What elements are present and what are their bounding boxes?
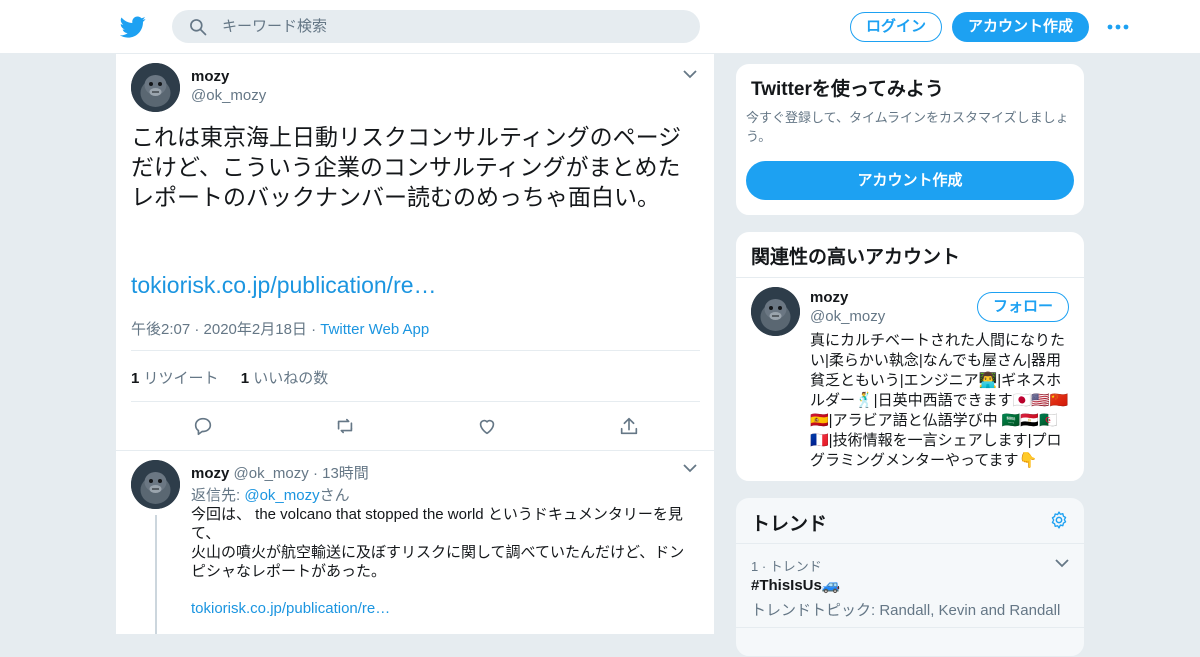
signup-button[interactable]: アカウント作成 (952, 12, 1089, 42)
more-icon[interactable] (1106, 20, 1130, 34)
divider (131, 401, 700, 402)
signup-card-title: Twitterを使ってみよう (751, 79, 944, 100)
reply-text: 今回は、 the volcano that stopped the world … (191, 506, 685, 580)
reply-author-handle[interactable]: @ok_mozy (234, 465, 309, 482)
tweet-stats: 1 リツイート 1 いいねの数 (131, 367, 328, 388)
tweet-column: mozy @ok_mozy これは東京海上日動リスクコンサルティングのページだけ… (115, 54, 715, 634)
trends-title: トレンド (751, 514, 828, 535)
divider (736, 543, 1084, 544)
related-accounts-card: 関連性の高いアカウント mozy @ok_mozy フォロー 真にカルチベートさ… (735, 231, 1085, 482)
chevron-down-icon[interactable] (682, 462, 698, 474)
trend-topic: トレンドトピック: Randall, Kevin and Randall (751, 602, 1061, 619)
related-account-bio: 真にカルチベートされた人間になりたい|柔らかい執念|なんでも屋さん|器用貧乏とも… (810, 332, 1069, 469)
share-icon[interactable] (618, 415, 640, 437)
gorilla-avatar-icon (751, 287, 800, 336)
related-accounts-title: 関連性の高いアカウント (751, 247, 961, 268)
chevron-down-icon[interactable] (1055, 558, 1069, 568)
reply-header: mozy @ok_mozy · 13時間 (191, 462, 369, 483)
reply-icon[interactable] (192, 415, 214, 437)
signup-card-desc: 今すぐ登録して、タイムラインをカスタマイズしましょう。 (746, 110, 1069, 144)
gear-icon[interactable] (1049, 510, 1069, 530)
related-account-handle[interactable]: @ok_mozy (810, 308, 885, 325)
tweet-timestamp[interactable]: 午後2:07 · 2020年2月18日 · (131, 321, 316, 338)
gorilla-avatar-icon (131, 460, 180, 509)
gorilla-avatar-icon (131, 63, 180, 112)
tweet-meta: 午後2:07 · 2020年2月18日 · Twitter Web App (131, 318, 429, 339)
trend-rank: 1 · トレンド (751, 559, 822, 574)
retweet-stat[interactable]: 1 リツイート (131, 370, 219, 387)
login-button[interactable]: ログイン (850, 12, 942, 42)
search-box[interactable] (172, 10, 700, 43)
tweet-source[interactable]: Twitter Web App (320, 321, 429, 338)
signup-card: Twitterを使ってみよう 今すぐ登録して、タイムラインをカスタマイズしましょ… (735, 63, 1085, 216)
divider (736, 627, 1084, 628)
like-icon[interactable] (476, 415, 498, 437)
avatar[interactable] (131, 63, 180, 112)
reply-to: 返信先: @ok_mozyさん (191, 487, 350, 504)
divider (116, 450, 714, 451)
reply-link[interactable]: tokiorisk.co.jp/publication/re… (191, 600, 390, 617)
tweet-text: これは東京海上日動リスクコンサルティングのページだけど、こういう企業のコンサルテ… (131, 124, 682, 210)
reply-to-handle[interactable]: @ok_mozy (244, 487, 319, 504)
like-stat[interactable]: 1 いいねの数 (241, 370, 329, 387)
thread-line (155, 515, 157, 634)
retweet-icon[interactable] (334, 415, 356, 437)
tweet-author-handle[interactable]: @ok_mozy (191, 87, 266, 104)
divider (736, 277, 1084, 278)
reply-time[interactable]: · 13時間 (313, 465, 369, 482)
tweet-link[interactable]: tokiorisk.co.jp/publication/re… (131, 272, 437, 299)
signup-card-button[interactable]: アカウント作成 (746, 161, 1074, 200)
trends-card: トレンド 1 · トレンド #ThisIsUs🚙 トレンドトピック: Randa… (735, 497, 1085, 657)
reply-author-name[interactable]: mozy (191, 465, 229, 482)
twitter-bird-icon[interactable] (120, 14, 146, 40)
divider (131, 350, 700, 351)
search-input[interactable] (222, 10, 682, 43)
related-account-name[interactable]: mozy (810, 289, 848, 306)
chevron-down-icon[interactable] (682, 68, 698, 80)
top-bar: ログイン アカウント作成 (0, 0, 1200, 54)
follow-button[interactable]: フォロー (977, 292, 1069, 322)
avatar[interactable] (131, 460, 180, 509)
avatar[interactable] (751, 287, 800, 336)
tweet-author-name[interactable]: mozy (191, 68, 229, 85)
trend-item[interactable]: #ThisIsUs🚙 (751, 576, 841, 594)
search-icon (190, 19, 207, 36)
